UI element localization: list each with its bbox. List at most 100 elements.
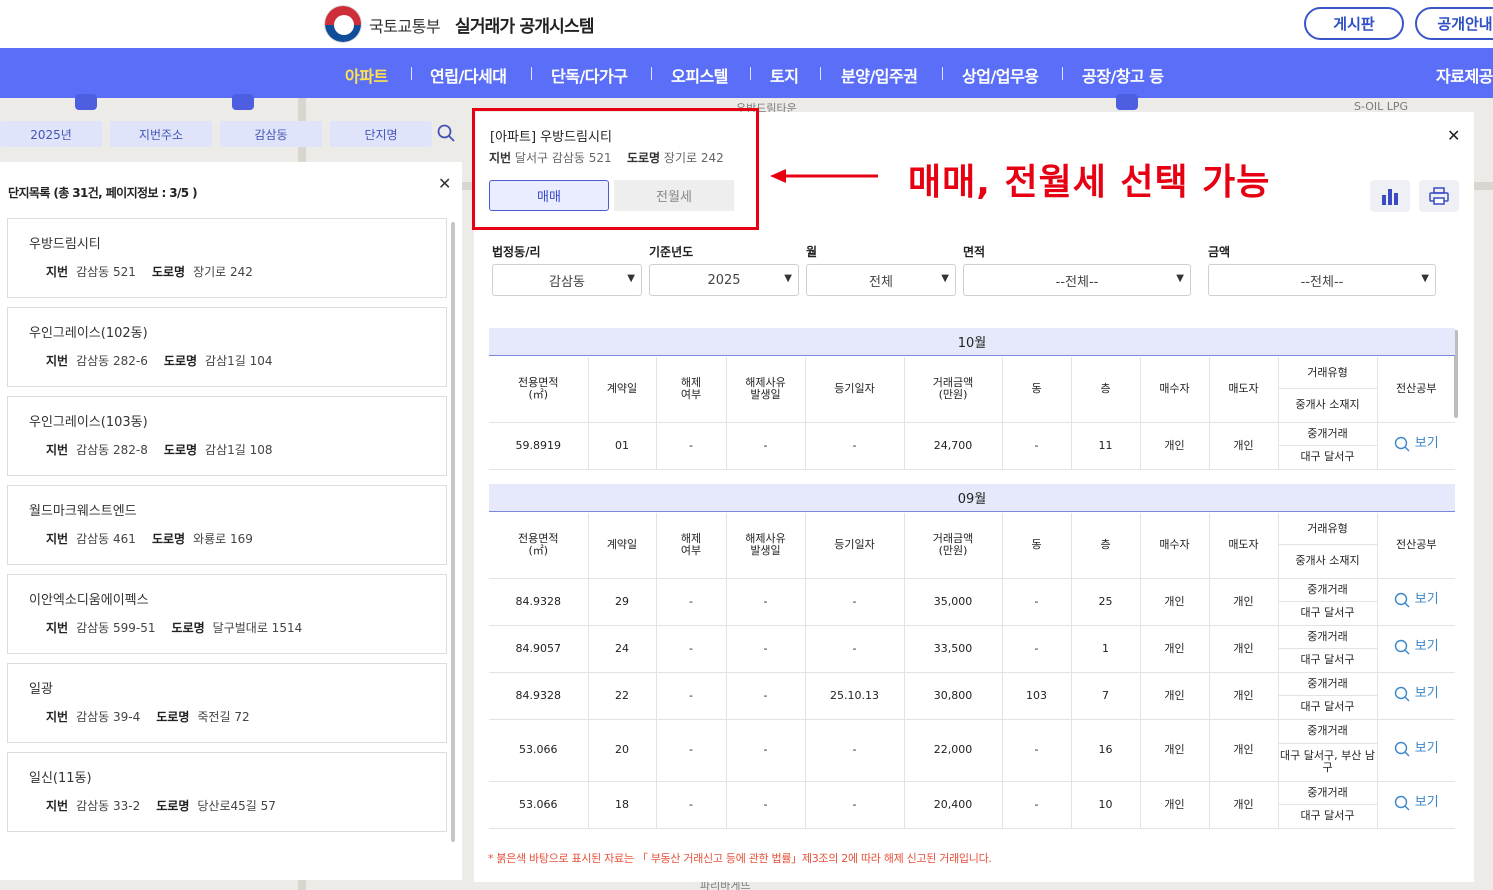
list-scrollbar[interactable] — [451, 222, 455, 842]
complex-address: 지번 감삼동 282-6 도로명 감삼1길 104 — [46, 354, 273, 368]
board-button[interactable]: 게시판 — [1304, 7, 1404, 40]
table-row: 53.066 20- - -22,000-16 개인 개인 중개거래 대구 달서구, 부산 … — [489, 719, 1455, 782]
complex-name: 우방드림시티 — [29, 237, 101, 252]
complex-address: 지번 감삼동 521 도로명 장기로 242 — [46, 265, 253, 279]
nav-item-factory[interactable]: 공장/창고 등 — [1082, 63, 1164, 87]
month-header: 09월 — [489, 484, 1455, 512]
year-filter-chip[interactable]: 2025년 — [0, 121, 102, 147]
magnifier-icon — [1394, 639, 1410, 655]
col-cancel: 해제 여부 — [656, 357, 727, 423]
chevron-down-icon: ▼ — [941, 273, 949, 284]
dong-chip[interactable]: 감삼동 — [220, 121, 322, 147]
price-select[interactable]: --전체-- ▼ — [1208, 264, 1436, 296]
view-document-button[interactable]: 보기 — [1394, 436, 1439, 452]
col-buyer: 매수자 — [1140, 357, 1210, 423]
transaction-table: 전용면적 (㎡) 계약일 해제 여부 해제사유 발생일 등기일자 거래금액 (만… — [489, 513, 1455, 829]
col-type: 거래유형 중개사 소재지 — [1278, 513, 1378, 579]
col-doc: 전산공부 — [1377, 513, 1455, 579]
col-floor: 층 — [1071, 513, 1141, 579]
table-row: 84.9328 22- -25.10.13 30,800 103 7 개인 개인 중개거래 대구… — [489, 672, 1455, 720]
year-select[interactable]: 2025 ▼ — [649, 264, 799, 296]
col-type: 거래유형 중개사 소재지 — [1278, 357, 1378, 423]
chevron-down-icon: ▼ — [1176, 273, 1184, 284]
chevron-down-icon: ▼ — [1421, 273, 1429, 284]
complex-name-chip[interactable]: 단지명 — [330, 121, 432, 147]
nav-item-commercial[interactable]: 상업/업무용 — [962, 63, 1039, 87]
annotation-text: 매매, 전월세 선택 가능 — [908, 162, 1271, 203]
view-document-button[interactable]: 보기 — [1394, 686, 1439, 702]
table-row: 84.9057 24- - -33,500-1 개인 개인 중개거래 대구 달서구 보기 — [489, 625, 1455, 673]
list-item[interactable]: 일신(11동) 지번 감삼동 33-2 도로명 당산로45길 57 — [7, 752, 447, 832]
magnifier-icon — [1394, 741, 1410, 756]
nav-item-presale[interactable]: 분양/입주권 — [841, 63, 918, 87]
table-row: 59.8919 01- - -24,700-11 개인 개인 중개거래 대구 달서구 보기 — [489, 422, 1455, 470]
annotation-arrow-icon — [770, 169, 878, 183]
col-day: 계약일 — [588, 513, 657, 579]
close-icon[interactable]: ✕ — [1447, 126, 1460, 145]
nav-item-land[interactable]: 토지 — [770, 63, 799, 87]
list-item[interactable]: 우인그레이스(102동) 지번 감삼동 282-6 도로명 감삼1길 104 — [7, 307, 447, 387]
complex-name: 우인그레이스(103동) — [29, 415, 148, 430]
chart-icon[interactable] — [1370, 180, 1410, 212]
month-select[interactable]: 전체 ▼ — [806, 264, 956, 296]
nav-item-apartment[interactable]: 아파트 — [345, 63, 388, 87]
nav-item-officetel[interactable]: 오피스텔 — [671, 63, 728, 87]
list-item[interactable]: 우방드림시티 지번 감삼동 521 도로명 장기로 242 — [7, 218, 447, 298]
map-marker-icon[interactable] — [1116, 94, 1138, 110]
filter-label: 금액 — [1208, 245, 1231, 259]
complex-address: 지번 감삼동 461 도로명 와룡로 169 — [46, 532, 253, 546]
map-marker-icon[interactable] — [232, 94, 254, 110]
col-price: 거래금액 (만원) — [904, 513, 1003, 579]
filter-label: 법정동/리 — [492, 245, 541, 259]
transaction-table-area: 10월 전용면적 (㎡) 계약일 해제 여부 해제사유 발생일 등기일자 거래금… — [474, 316, 1474, 882]
list-item[interactable]: 이안엑소디움에이펙스 지번 감삼동 599-51 도로명 달구벌대로 1514 — [7, 574, 447, 654]
dong-select[interactable]: 감삼동 ▼ — [492, 264, 642, 296]
system-title[interactable]: 실거래가 공개시스템 — [455, 12, 594, 37]
complex-address: 지번 감삼동 33-2 도로명 당산로45길 57 — [46, 799, 276, 813]
address-type-chip[interactable]: 지번주소 — [110, 121, 212, 147]
col-dong: 동 — [1002, 513, 1072, 579]
col-dong: 동 — [1002, 357, 1072, 423]
col-buyer: 매수자 — [1140, 513, 1210, 579]
complex-address: 지번 감삼동 282-8 도로명 감삼1길 108 — [46, 443, 273, 457]
list-item[interactable]: 월드마크웨스트엔드 지번 감삼동 461 도로명 와룡로 169 — [7, 485, 447, 565]
view-document-button[interactable]: 보기 — [1394, 592, 1439, 608]
col-seller: 매도자 — [1209, 513, 1279, 579]
complex-address: 지번 감삼동 599-51 도로명 달구벌대로 1514 — [46, 621, 303, 635]
col-seller: 매도자 — [1209, 357, 1279, 423]
col-area: 전용면적 (㎡) — [489, 357, 589, 423]
complex-name: 일신(11동) — [29, 771, 92, 786]
chevron-down-icon: ▼ — [627, 273, 635, 284]
col-price: 거래금액 (만원) — [904, 357, 1003, 423]
disclosure-guide-button[interactable]: 공개안내 — [1415, 7, 1493, 40]
search-icon[interactable] — [437, 124, 455, 142]
col-floor: 층 — [1071, 357, 1141, 423]
magnifier-icon — [1394, 795, 1410, 811]
month-header: 10월 — [489, 328, 1455, 356]
view-document-button[interactable]: 보기 — [1394, 741, 1439, 757]
government-emblem-logo — [324, 5, 362, 43]
col-reg-date: 등기일자 — [805, 357, 905, 423]
top-header: 국토교통부 실거래가 공개시스템 게시판 공개안내 — [0, 0, 1493, 48]
table-row: 53.066 18- - -20,400-10 개인 개인 중개거래 대구 달서구 보기 — [489, 781, 1455, 829]
magnifier-icon — [1394, 592, 1410, 608]
view-document-button[interactable]: 보기 — [1394, 639, 1439, 655]
nav-item-detached[interactable]: 단독/다가구 — [551, 63, 628, 87]
complex-name: 우인그레이스(102동) — [29, 326, 148, 341]
chevron-down-icon: ▼ — [784, 273, 792, 284]
close-icon[interactable]: ✕ — [438, 174, 451, 193]
view-document-button[interactable]: 보기 — [1394, 795, 1439, 811]
nav-item-rowhouse[interactable]: 연립/다세대 — [430, 63, 507, 87]
annotation-highlight-box — [472, 108, 759, 230]
list-item[interactable]: 우인그레이스(103동) 지번 감삼동 282-8 도로명 감삼1길 108 — [7, 396, 447, 476]
complex-name: 월드마크웨스트엔드 — [29, 504, 137, 519]
list-item[interactable]: 일광 지번 감삼동 39-4 도로명 죽전길 72 — [7, 663, 447, 743]
map-marker-icon[interactable] — [75, 94, 97, 110]
col-area: 전용면적 (㎡) — [489, 513, 589, 579]
transaction-table: 전용면적 (㎡) 계약일 해제 여부 해제사유 발생일 등기일자 거래금액 (만… — [489, 357, 1455, 470]
table-row: 84.9328 29- - -35,000-25 개인 개인 중개거래 대구 달서구 보기 — [489, 578, 1455, 626]
print-icon[interactable] — [1419, 180, 1459, 212]
filter-label: 월 — [806, 245, 818, 259]
nav-item-data-provision[interactable]: 자료제공 — [1436, 63, 1493, 87]
area-select[interactable]: --전체-- ▼ — [963, 264, 1191, 296]
